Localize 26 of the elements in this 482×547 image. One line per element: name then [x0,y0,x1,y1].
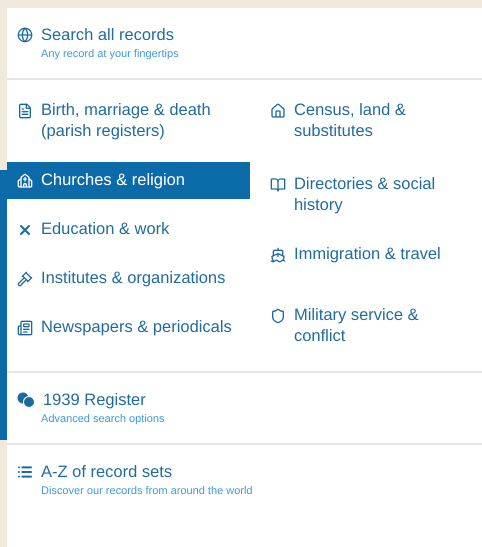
category-link[interactable]: Churches & religion [7,162,250,199]
section-link[interactable]: A-Z of record sets [41,461,172,483]
list-icon [17,464,33,480]
category-link[interactable]: Education & work [7,211,250,248]
section-subtitle: Discover our records from around the world [40,484,254,499]
section-link[interactable]: 1939 Register [43,389,146,411]
section-subtitle: Any record at your fingertips [40,47,180,62]
church-icon [17,173,33,189]
section-subtitle: Advanced search options [40,412,166,427]
ship-icon [270,247,286,263]
section-link[interactable]: Search all records [41,24,174,46]
newspaper-icon [17,320,33,336]
badge-icon [17,392,35,408]
category-link[interactable]: Immigration & travel [260,236,482,273]
category-link[interactable]: Military service & conflict [260,297,482,355]
document-icon [17,103,33,119]
book-icon [270,177,286,193]
category-link[interactable]: Directories & social history [260,166,482,224]
category-link[interactable]: Birth, marriage & death (parish registers) [7,92,250,150]
house-icon [270,103,286,119]
globe-icon [17,27,33,43]
category-link[interactable]: Institutes & organizations [7,260,250,297]
gavel-icon [17,271,33,287]
category-link[interactable]: Newspapers & periodicals [7,309,250,346]
shield-icon [270,308,286,324]
category-link[interactable]: Census, land & substitutes [260,92,482,150]
